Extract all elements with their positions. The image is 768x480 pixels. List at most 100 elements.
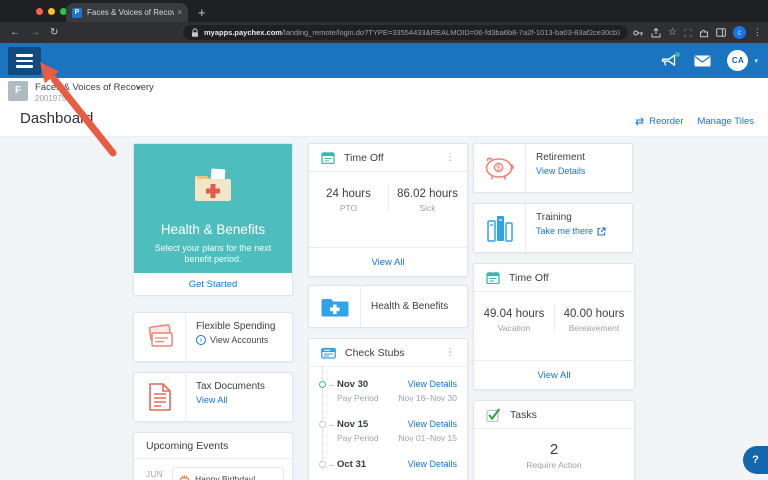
health-benefits-promo-tile[interactable]: Health & Benefits Select your plans for … — [133, 143, 293, 296]
get-started-link[interactable]: Get Started — [134, 273, 292, 296]
tile-title: Tasks — [510, 409, 624, 421]
company-avatar: F — [8, 81, 28, 101]
timeline-dot — [319, 381, 326, 388]
svg-text:$: $ — [496, 164, 501, 173]
stat-value: 40.00 hours — [554, 308, 634, 320]
reorder-link[interactable]: Reorder — [649, 116, 683, 127]
event-card[interactable]: Happy Birthday! — [172, 467, 284, 480]
take-me-there-label: Take me there — [536, 226, 593, 236]
extensions-puzzle-icon[interactable] — [699, 28, 709, 38]
help-button[interactable]: ? — [743, 446, 768, 474]
tile-title: Tax Documents — [196, 381, 292, 392]
stat-label: Vacation — [474, 323, 554, 333]
window-minimize-button[interactable] — [48, 8, 55, 15]
timeoff-stat: 49.04 hours Vacation — [474, 292, 554, 343]
training-tile[interactable]: Training Take me there — [473, 203, 633, 253]
password-key-icon[interactable] — [633, 29, 644, 37]
side-panel-icon[interactable] — [716, 28, 726, 37]
tile-title: Time Off — [509, 272, 624, 284]
retirement-tile[interactable]: $ Retirement View Details — [473, 143, 633, 193]
browser-menu-kebab-icon[interactable]: ⋮ — [753, 28, 762, 37]
tasks-checkbox-icon — [486, 408, 501, 422]
tile-title: Retirement — [536, 152, 632, 163]
promo-title: Health & Benefits — [161, 222, 265, 237]
event-month: JUN — [146, 467, 172, 480]
view-accounts-link[interactable]: › View Accounts — [196, 335, 292, 345]
tasks-label: Require Action — [474, 460, 634, 480]
share-icon[interactable] — [651, 28, 661, 38]
view-all-link[interactable]: View All — [196, 395, 292, 405]
health-benefits-folder-icon — [309, 286, 361, 327]
user-menu-caret-icon[interactable]: ▾ — [754, 57, 758, 65]
chevron-circle-icon: › — [196, 335, 206, 345]
stat-value: 49.04 hours — [474, 308, 554, 320]
window-close-button[interactable] — [36, 8, 43, 15]
tile-title: Flexible Spending — [196, 321, 292, 332]
stat-label: PTO — [309, 203, 388, 213]
bookmark-star-icon[interactable]: ☆ — [668, 28, 677, 38]
health-benefits-small-tile[interactable]: Health & Benefits — [308, 285, 468, 328]
upcoming-events-tile[interactable]: Upcoming Events JUN Happy Birthday! — [133, 432, 293, 480]
view-details-link[interactable]: View Details — [408, 459, 457, 469]
announcements-megaphone-icon[interactable] — [661, 54, 678, 68]
url-text: myapps.paychex.com/landing_remote/login.… — [204, 28, 620, 37]
stub-range: Nov 16–Nov 30 — [398, 393, 457, 403]
tax-documents-tile[interactable]: Tax Documents View All — [133, 372, 293, 422]
stub-date: Nov 30 — [337, 379, 368, 390]
view-details-link[interactable]: View Details — [408, 419, 457, 429]
back-icon[interactable]: ← — [10, 27, 20, 38]
tile-title: Upcoming Events — [134, 433, 292, 459]
timeoff-stat: 24 hours PTO — [309, 172, 388, 223]
divider — [388, 184, 389, 211]
stat-value: 24 hours — [309, 188, 388, 200]
time-off-tile-1[interactable]: Time Off ⋮ 24 hours PTO 86.02 hours Sick… — [308, 143, 468, 277]
take-me-there-link[interactable]: Take me there — [536, 226, 632, 236]
reorder-icon: ⇄ — [635, 115, 644, 128]
stat-label: Bereavement — [554, 323, 634, 333]
view-details-link[interactable]: View Details — [408, 379, 457, 389]
company-caret-icon[interactable]: ▾ — [137, 84, 141, 92]
tile-menu-kebab-icon[interactable]: ⋮ — [443, 152, 457, 163]
address-bar[interactable]: myapps.paychex.com/landing_remote/login.… — [183, 25, 628, 40]
stub-date: Nov 15 — [337, 419, 368, 430]
browser-profile-avatar[interactable]: c — [733, 26, 746, 39]
extension-placeholder-icon[interactable] — [684, 29, 692, 37]
tasks-tile[interactable]: Tasks 2 Require Action — [473, 400, 635, 480]
tile-title: Time Off — [344, 152, 443, 164]
birthday-icon — [179, 473, 190, 480]
view-all-link[interactable]: View All — [309, 247, 467, 276]
tab-close-icon[interactable]: × — [177, 8, 182, 17]
refresh-icon[interactable]: ↻ — [50, 27, 58, 38]
timeline-dot — [319, 421, 326, 428]
new-tab-icon[interactable]: + — [198, 4, 206, 21]
url-domain: myapps.paychex.com — [204, 28, 282, 37]
calendar-icon — [321, 151, 335, 164]
hamburger-menu-button[interactable] — [8, 47, 41, 75]
tile-title: Check Stubs — [345, 347, 443, 359]
external-link-icon — [597, 227, 606, 236]
stat-value: 86.02 hours — [388, 188, 467, 200]
flexible-spending-tile[interactable]: Flexible Spending › View Accounts — [133, 312, 293, 362]
forward-icon[interactable]: → — [30, 27, 40, 38]
timeline-dash — [329, 425, 334, 426]
check-stubs-tile[interactable]: Check Stubs ⋮ Nov 30 View Details Pay Pe… — [308, 338, 468, 480]
company-name[interactable]: Faces & Voices of Recovery — [35, 82, 154, 93]
manage-tiles-link[interactable]: Manage Tiles — [697, 116, 754, 127]
view-all-link[interactable]: View All — [474, 360, 634, 389]
tile-menu-kebab-icon[interactable]: ⋮ — [443, 347, 457, 358]
page-subheader: F Faces & Voices of Recovery ▾ 20019751 … — [0, 78, 768, 137]
user-avatar[interactable]: CA — [727, 50, 748, 71]
check-stub-icon — [321, 347, 336, 359]
messages-envelope-icon[interactable] — [694, 55, 711, 67]
app-header: CA ▾ — [0, 43, 768, 78]
calendar-icon — [486, 271, 500, 284]
browser-toolbar: ← → ↻ myapps.paychex.com/landing_remote/… — [0, 22, 768, 43]
browser-tab[interactable]: P Faces & Voices of Recovery (2 × — [66, 3, 188, 22]
stub-sub: Pay Period — [337, 393, 379, 403]
notification-dot — [675, 52, 680, 57]
stub-sub: Pay Period — [337, 433, 379, 443]
timeline-dot — [319, 461, 326, 468]
time-off-tile-2[interactable]: Time Off 49.04 hours Vacation 40.00 hour… — [473, 263, 635, 390]
view-details-link[interactable]: View Details — [536, 166, 632, 176]
timeline-dash — [329, 465, 334, 466]
